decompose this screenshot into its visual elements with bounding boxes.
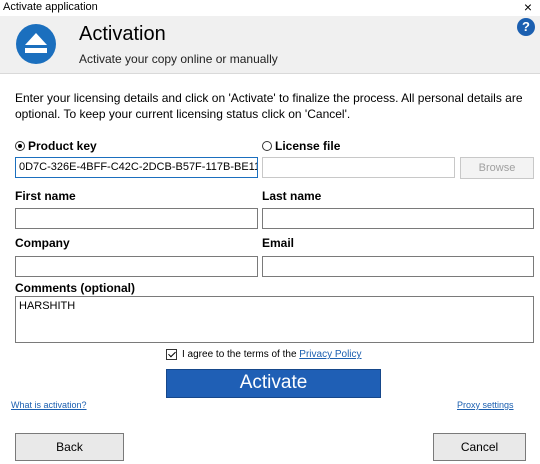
product-key-radio[interactable]: Product key bbox=[15, 139, 97, 153]
page-title: Activation bbox=[79, 23, 166, 45]
header: Activation Activate your copy online or … bbox=[0, 16, 540, 74]
radio-selected-icon bbox=[15, 141, 25, 151]
license-file-radio[interactable]: License file bbox=[262, 139, 340, 153]
proxy-settings-link[interactable]: Proxy settings bbox=[457, 400, 514, 410]
first-name-label: First name bbox=[15, 189, 76, 203]
agree-text: I agree to the terms of the bbox=[182, 349, 297, 360]
back-button[interactable]: Back bbox=[15, 433, 124, 461]
agree-checkbox[interactable] bbox=[166, 349, 177, 360]
license-file-input[interactable] bbox=[262, 157, 455, 178]
activate-button[interactable]: Activate bbox=[166, 369, 381, 398]
close-icon[interactable]: × bbox=[524, 0, 532, 15]
title-bar: Activate application × bbox=[0, 0, 540, 16]
agree-row: I agree to the terms of the Privacy Poli… bbox=[166, 349, 362, 360]
email-input[interactable] bbox=[262, 256, 534, 277]
intro-text: Enter your licensing details and click o… bbox=[15, 91, 523, 121]
company-input[interactable] bbox=[15, 256, 258, 277]
license-file-label: License file bbox=[275, 139, 341, 153]
company-label: Company bbox=[15, 236, 70, 250]
first-name-input[interactable] bbox=[15, 208, 258, 229]
what-is-activation-link[interactable]: What is activation? bbox=[11, 400, 87, 410]
page-subtitle: Activate your copy online or manually bbox=[79, 52, 278, 66]
product-key-label: Product key bbox=[28, 139, 97, 153]
cancel-button[interactable]: Cancel bbox=[433, 433, 526, 461]
email-label: Email bbox=[262, 236, 295, 250]
radio-unselected-icon bbox=[262, 141, 272, 151]
product-key-input[interactable]: 0D7C-326E-4BFF-C42C-2DCB-B57F-117B-BE11 bbox=[15, 157, 258, 178]
last-name-label: Last name bbox=[262, 189, 322, 203]
comments-label: Comments (optional) bbox=[15, 281, 135, 295]
comments-textarea[interactable]: HARSHITH bbox=[15, 296, 534, 343]
privacy-policy-link[interactable]: Privacy Policy bbox=[299, 349, 361, 360]
last-name-input[interactable] bbox=[262, 208, 534, 229]
eject-icon bbox=[16, 24, 56, 64]
browse-button[interactable]: Browse bbox=[460, 157, 534, 179]
window-title: Activate application bbox=[3, 1, 98, 13]
help-icon[interactable]: ? bbox=[517, 18, 535, 36]
